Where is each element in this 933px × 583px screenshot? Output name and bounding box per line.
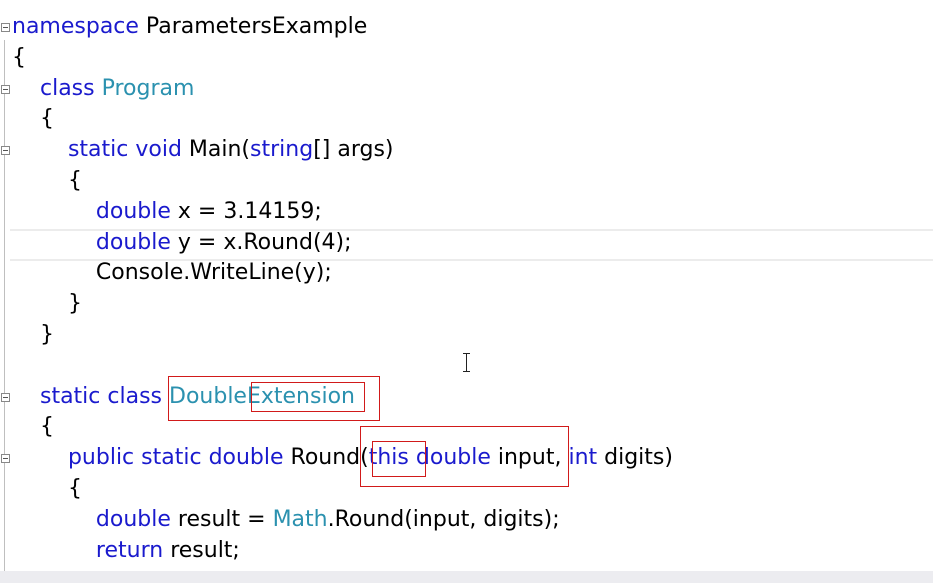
- code-line[interactable]: {: [12, 474, 82, 504]
- code-token: result;: [163, 537, 240, 563]
- code-token: x = 3.14159;: [170, 198, 322, 224]
- outline-gutter: [4, 40, 5, 571]
- keyword-token: class: [107, 383, 163, 409]
- code-token: result =: [170, 506, 273, 532]
- keyword-token: static: [141, 445, 202, 471]
- editor-bottom-strip: [0, 571, 933, 583]
- collapse-outline-icon[interactable]: [1, 392, 10, 402]
- keyword-token: static: [39, 383, 101, 409]
- code-line[interactable]: class Program: [12, 74, 194, 104]
- keyword-token: string: [250, 137, 314, 163]
- keyword-token: class: [39, 75, 95, 101]
- keyword-token: public: [67, 445, 135, 471]
- code-line[interactable]: static void Main(string[] args): [12, 135, 394, 165]
- code-token: y = x.Round(4);: [170, 229, 352, 255]
- code-line[interactable]: Console.WriteLine(y);: [12, 258, 332, 288]
- code-line[interactable]: }: [12, 289, 82, 319]
- keyword-token: return: [95, 537, 164, 563]
- keyword-token: int: [568, 445, 598, 471]
- code-line[interactable]: {: [12, 104, 54, 134]
- text-cursor-icon: [463, 353, 470, 372]
- code-line[interactable]: namespace ParametersExample: [12, 12, 367, 42]
- code-token: }: [12, 322, 54, 347]
- code-editor[interactable]: namespace ParametersExample{ class Progr…: [0, 0, 933, 571]
- code-token: .Round(input, digits);: [327, 506, 560, 532]
- code-token: Console.WriteLine(y);: [12, 260, 332, 286]
- keyword-token: double: [95, 229, 171, 255]
- keyword-token: double: [95, 198, 171, 224]
- keyword-token: double: [208, 445, 284, 471]
- keyword-token: void: [135, 137, 182, 163]
- code-token: {: [12, 414, 54, 440]
- type-token: Math: [272, 506, 328, 532]
- code-token: digits): [597, 445, 673, 471]
- keyword-token: double: [95, 506, 171, 532]
- code-line[interactable]: {: [12, 43, 26, 73]
- highlight-box-extension-word: [251, 382, 365, 412]
- code-line[interactable]: double x = 3.14159;: [12, 197, 322, 227]
- collapse-outline-icon[interactable]: [1, 454, 10, 464]
- code-line[interactable]: return result;: [12, 536, 240, 566]
- code-line[interactable]: double result = Math.Round(input, digits…: [12, 505, 560, 535]
- keyword-token: static: [67, 137, 129, 163]
- collapse-outline-icon[interactable]: [1, 23, 10, 32]
- code-token: ParametersExample: [138, 14, 368, 39]
- collapse-outline-icon[interactable]: [1, 146, 10, 156]
- collapse-outline-icon[interactable]: [1, 84, 10, 94]
- code-token: [] args): [313, 137, 394, 163]
- code-token: {: [12, 106, 54, 132]
- highlight-box-this-keyword: [372, 441, 426, 477]
- code-line[interactable]: {: [12, 412, 54, 442]
- code-token: }: [12, 291, 82, 317]
- code-line[interactable]: public static double Round(this double i…: [12, 443, 673, 473]
- code-token: Main(: [181, 137, 251, 163]
- type-token: Program: [101, 75, 195, 101]
- code-token: {: [12, 44, 26, 70]
- code-line[interactable]: double y = x.Round(4);: [12, 228, 352, 258]
- code-token: {: [12, 476, 82, 501]
- code-line[interactable]: {: [12, 166, 82, 196]
- keyword-token: namespace: [12, 14, 139, 39]
- code-token: {: [12, 168, 82, 193]
- code-line[interactable]: }: [12, 320, 54, 350]
- code-token: Round(: [283, 445, 369, 471]
